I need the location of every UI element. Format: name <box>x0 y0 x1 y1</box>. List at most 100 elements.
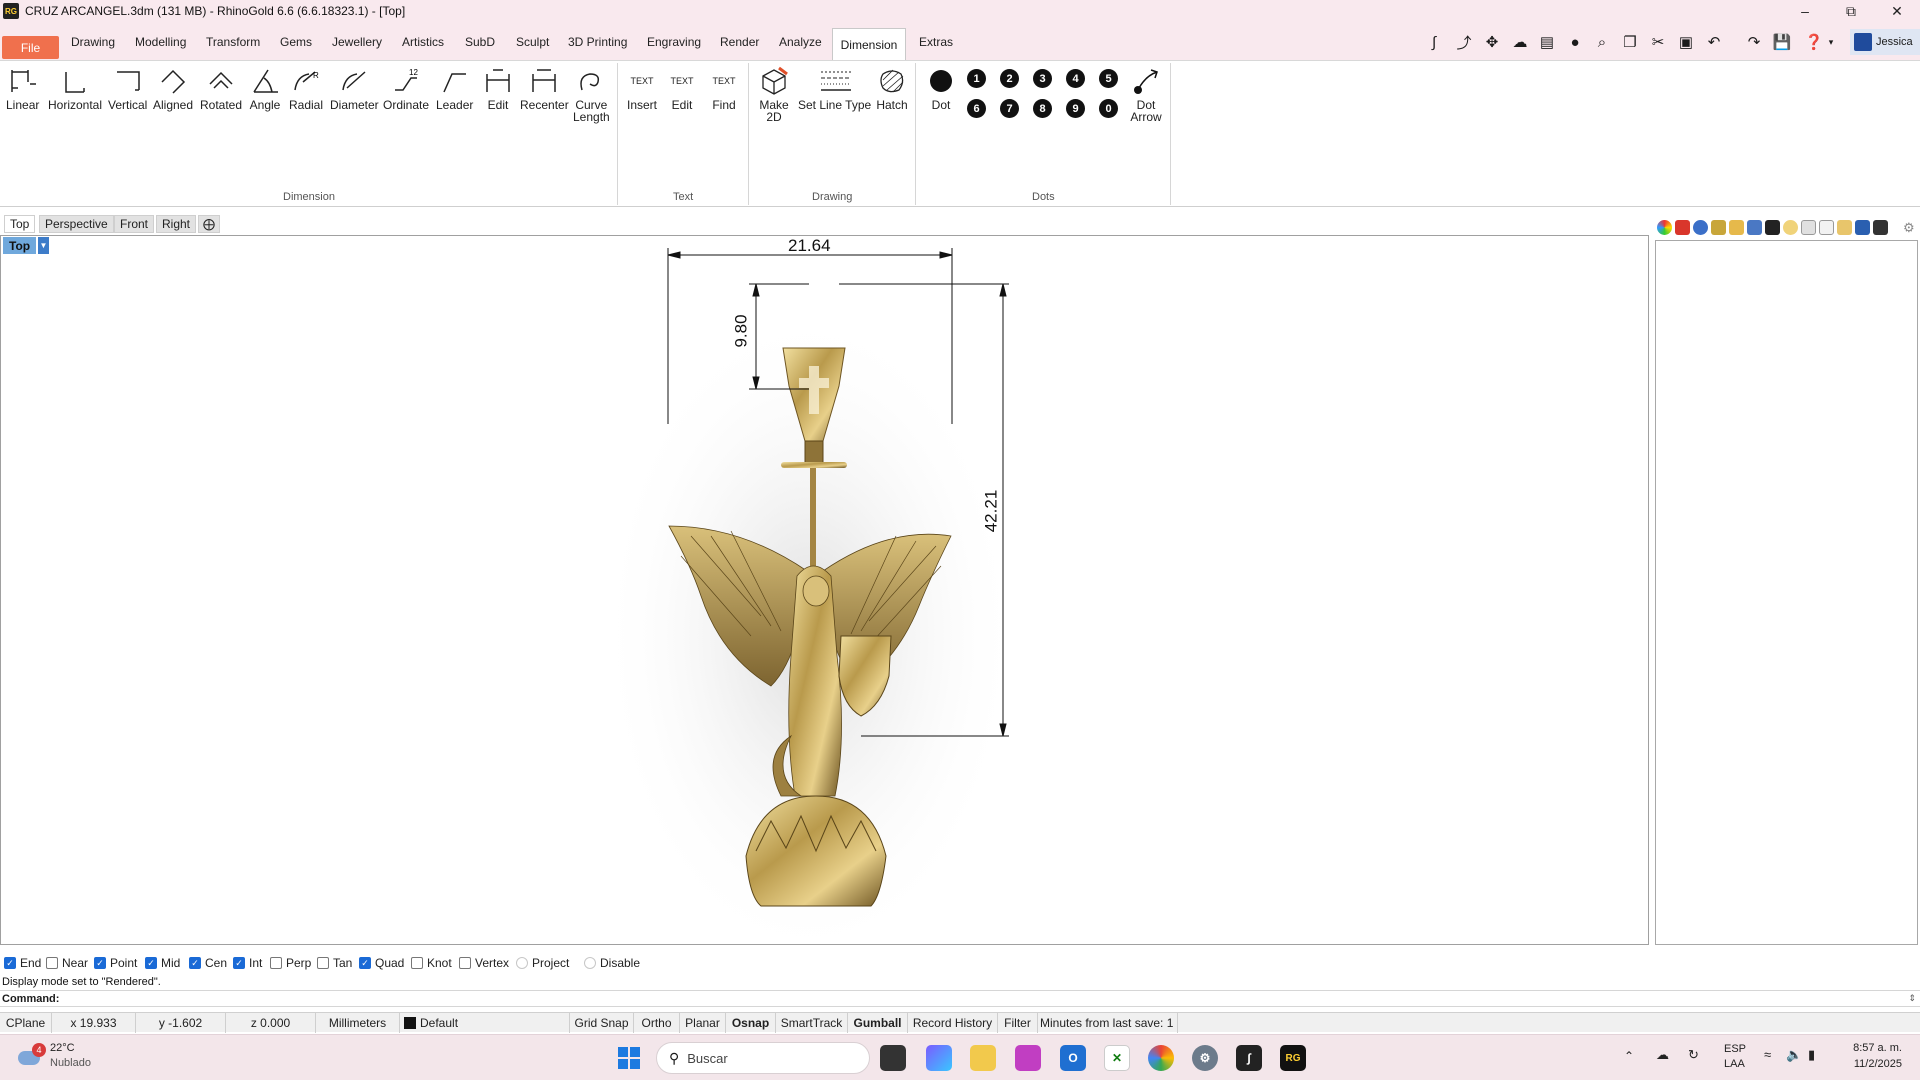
sun-icon[interactable] <box>1837 220 1852 235</box>
language-code[interactable]: ESP <box>1724 1043 1746 1055</box>
tab-gems[interactable]: Gems <box>278 31 314 53</box>
wifi-icon[interactable]: ≈ <box>1764 1047 1771 1062</box>
linear-dimension-button[interactable]: Linear <box>6 63 39 111</box>
dot-number-1-button[interactable]: 1 <box>967 69 986 88</box>
osnap-vertex[interactable]: Vertex <box>459 953 509 973</box>
add-viewport-icon[interactable]: ⨁ <box>198 215 220 233</box>
dot-number-8-button[interactable]: 8 <box>1033 99 1052 118</box>
task-view-icon[interactable] <box>880 1045 906 1071</box>
ordinate-dimension-button[interactable]: 12 Ordinate <box>383 63 429 111</box>
status-cplane[interactable]: CPlane <box>0 1013 52 1033</box>
status-filter[interactable]: Filter <box>998 1013 1038 1033</box>
viewport-tab-perspective[interactable]: Perspective <box>39 215 114 233</box>
insert-text-button[interactable]: TEXT Insert <box>626 63 658 111</box>
edit-dimension-button[interactable]: Edit <box>482 63 514 111</box>
dot-number-2-button[interactable]: 2 <box>1000 69 1019 88</box>
clock-date[interactable]: 11/2/2025 <box>1840 1058 1902 1070</box>
hatch-button[interactable]: Hatch <box>876 63 908 111</box>
transform-tool-icon[interactable]: ✥ <box>1482 32 1502 52</box>
sync-icon[interactable]: ↻ <box>1688 1047 1699 1063</box>
tab-subd[interactable]: SubD <box>463 31 497 53</box>
dot-number-3-button[interactable]: 3 <box>1033 69 1052 88</box>
status-record-history[interactable]: Record History <box>908 1013 998 1033</box>
osnap-int[interactable]: ✓ Int <box>233 953 262 973</box>
dot-number-0-button[interactable]: 0 <box>1099 99 1118 118</box>
rhinogold-app-icon[interactable]: RG <box>1280 1045 1306 1071</box>
find-text-button[interactable]: TEXT Find <box>708 63 740 111</box>
tab-drawing[interactable]: Drawing <box>69 31 117 53</box>
dot-number-4-button[interactable]: 4 <box>1066 69 1085 88</box>
curve-length-button[interactable]: Curve Length <box>573 63 610 123</box>
osnap-project[interactable]: Project <box>516 953 569 973</box>
dot-number-7-button[interactable]: 7 <box>1000 99 1019 118</box>
osnap-point[interactable]: ✓ Point <box>94 953 137 973</box>
dot-number-6-button[interactable]: 6 <box>967 99 986 118</box>
light-icon[interactable] <box>1783 220 1798 235</box>
display-icon[interactable] <box>1873 220 1888 235</box>
taskbar-search[interactable]: ⚲ Buscar <box>656 1042 870 1074</box>
recenter-button[interactable]: Recenter <box>520 63 569 111</box>
rotated-dimension-button[interactable]: Rotated <box>200 63 242 111</box>
settings-icon[interactable]: ⚙ <box>1192 1045 1218 1071</box>
viewport-tab-right[interactable]: Right <box>156 215 197 233</box>
horizontal-dimension-button[interactable]: Horizontal <box>48 63 102 111</box>
file-explorer-icon[interactable] <box>970 1045 996 1071</box>
status-grid-snap[interactable]: Grid Snap <box>570 1013 634 1033</box>
status-ortho[interactable]: Ortho <box>634 1013 680 1033</box>
undo-icon[interactable]: ↶ <box>1704 32 1724 52</box>
diameter-dimension-button[interactable]: Diameter <box>330 63 379 111</box>
osnap-mid[interactable]: ✓ Mid <box>145 953 180 973</box>
gem-icon[interactable] <box>1675 220 1690 235</box>
osnap-tan[interactable]: Tan <box>317 953 352 973</box>
tab-engraving[interactable]: Engraving <box>645 31 703 53</box>
scroll-arrows-icon[interactable]: ⇕ <box>1908 993 1916 1004</box>
close-button[interactable]: ✕ <box>1874 0 1920 22</box>
save-icon[interactable]: 💾 <box>1772 32 1792 52</box>
user-account[interactable]: Jessica <box>1850 29 1920 55</box>
dot-number-9-button[interactable]: 9 <box>1066 99 1085 118</box>
osnap-cen[interactable]: ✓ Cen <box>189 953 227 973</box>
layers-icon[interactable] <box>1747 220 1762 235</box>
minimize-button[interactable]: – <box>1782 0 1828 22</box>
viewport-top[interactable]: Top ▼ 21.64 9.80 42.21 <box>0 235 1649 945</box>
tab-extras[interactable]: Extras <box>917 31 955 53</box>
zoom-tool-icon[interactable]: ⌕ <box>1592 32 1612 52</box>
edit-text-button[interactable]: TEXT Edit <box>666 63 698 111</box>
tab-artistics[interactable]: Artistics <box>400 31 446 53</box>
tab-transform[interactable]: Transform <box>204 31 262 53</box>
rhino-app-icon[interactable]: ∫ <box>1236 1045 1262 1071</box>
clapperboard-icon[interactable]: ▤ <box>1537 32 1557 52</box>
status-planar[interactable]: Planar <box>680 1013 726 1033</box>
dot-button[interactable]: Dot <box>925 63 957 111</box>
windows-start-icon[interactable] <box>616 1045 642 1071</box>
aligned-dimension-button[interactable]: Aligned <box>153 63 193 111</box>
rg-icon[interactable] <box>1765 220 1780 235</box>
vertical-dimension-button[interactable]: Vertical <box>108 63 147 111</box>
dot-number-5-button[interactable]: 5 <box>1099 69 1118 88</box>
chevron-down-icon[interactable]: ▾ <box>1825 32 1837 52</box>
set-line-type-button[interactable]: Set Line Type <box>798 63 871 111</box>
tab-3d-printing[interactable]: 3D Printing <box>566 31 629 53</box>
tab-dimension[interactable]: Dimension <box>832 28 906 60</box>
tab-analyze[interactable]: Analyze <box>777 31 824 53</box>
material-icon[interactable] <box>1693 220 1708 235</box>
osnap-end[interactable]: ✓ End <box>4 953 41 973</box>
color-wheel-icon[interactable] <box>1657 220 1672 235</box>
onedrive-icon[interactable]: ☁ <box>1656 1047 1669 1063</box>
radial-dimension-button[interactable]: R Radial <box>289 63 323 111</box>
tab-modelling[interactable]: Modelling <box>133 31 188 53</box>
osnap-knot[interactable]: Knot <box>411 953 452 973</box>
chrome-icon[interactable] <box>1148 1045 1174 1071</box>
tab-sculpt[interactable]: Sculpt <box>514 31 551 53</box>
dot-arrow-button[interactable]: Dot Arrow <box>1130 63 1162 123</box>
outlook-icon[interactable]: O <box>1060 1045 1086 1071</box>
make-2d-button[interactable]: Make 2D <box>758 63 790 123</box>
help-icon[interactable]: ❓ <box>1804 32 1824 52</box>
microphone-icon[interactable]: ● <box>1565 32 1585 52</box>
status-layer[interactable]: Default <box>400 1013 570 1033</box>
osnap-disable[interactable]: Disable <box>584 953 640 973</box>
curve-tool-icon[interactable]: ⤴ <box>1454 32 1474 52</box>
chevron-up-icon[interactable]: ⌃ <box>1624 1049 1634 1063</box>
command-input[interactable] <box>62 991 1913 1006</box>
osnap-quad[interactable]: ✓ Quad <box>359 953 404 973</box>
